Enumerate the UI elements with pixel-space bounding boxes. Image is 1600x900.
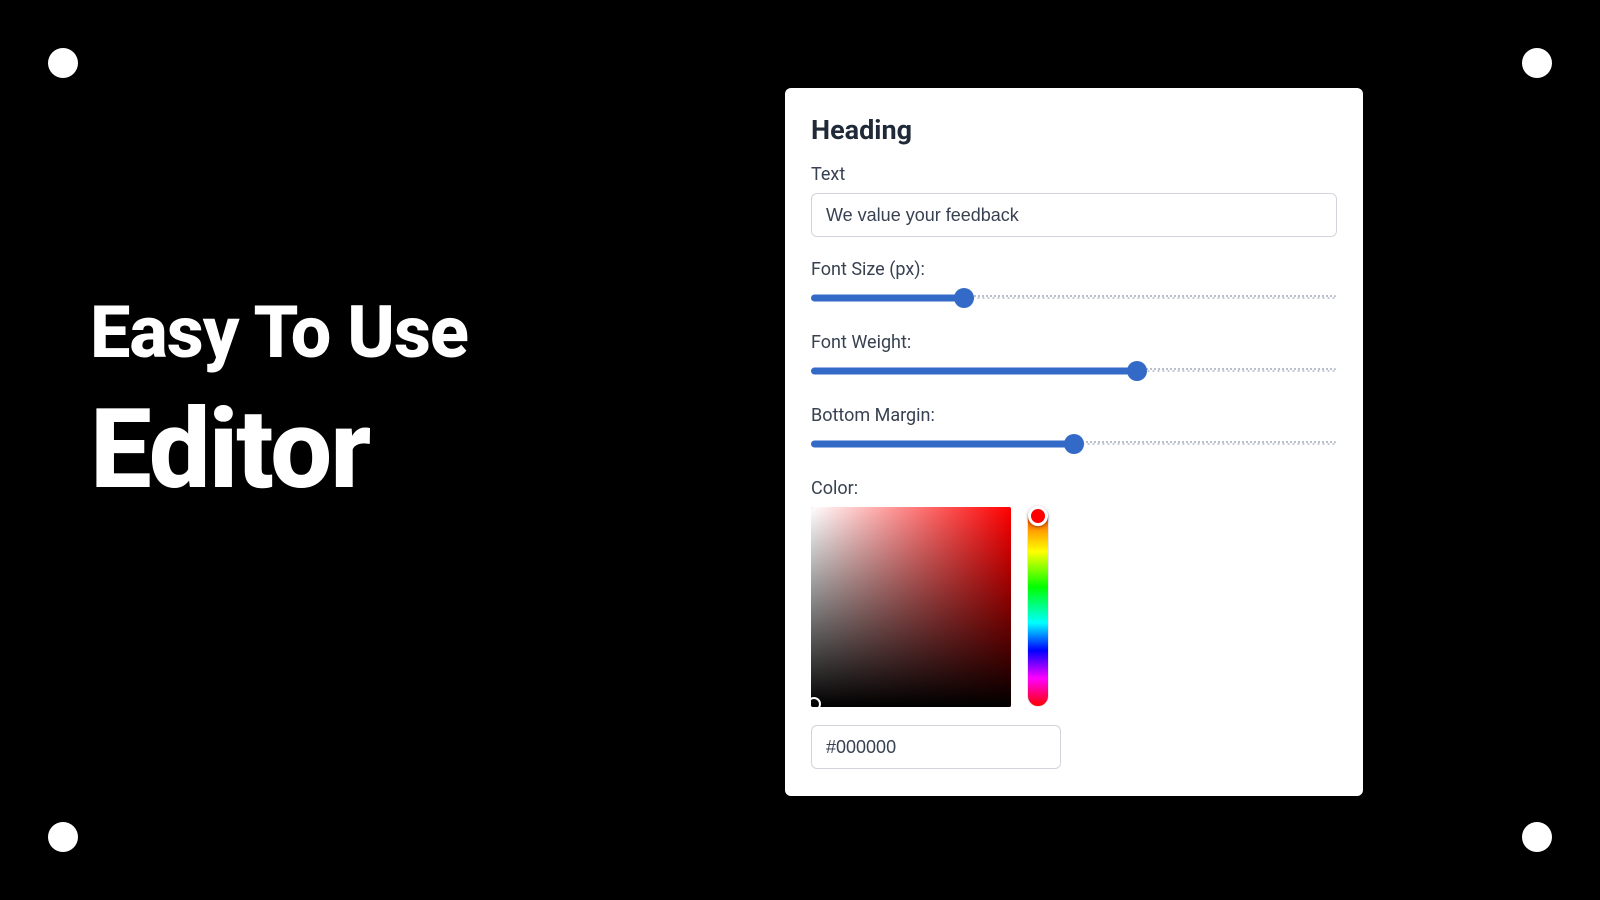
heading-text-input[interactable]	[811, 193, 1337, 237]
slider-thumb[interactable]	[1127, 361, 1147, 381]
font-size-slider[interactable]	[811, 290, 1337, 306]
bottom-margin-label: Bottom Margin:	[811, 405, 1337, 426]
bottom-margin-slider-block: Bottom Margin:	[811, 405, 1337, 452]
hue-slider[interactable]	[1027, 507, 1049, 707]
slider-fill	[811, 368, 1137, 375]
decorative-dot	[1522, 822, 1552, 852]
slider-fill	[811, 295, 964, 302]
saturation-value-field[interactable]	[811, 507, 1011, 707]
font-size-slider-block: Font Size (px):	[811, 259, 1337, 306]
headline-line-1: Easy To Use	[90, 290, 468, 375]
editor-panel: Heading Text Font Size (px): Font Weight…	[785, 88, 1363, 796]
font-weight-slider-block: Font Weight:	[811, 332, 1337, 379]
slider-fill	[811, 441, 1074, 448]
color-label: Color:	[811, 478, 1337, 499]
hue-thumb[interactable]	[1028, 506, 1048, 526]
panel-title: Heading	[811, 114, 1337, 146]
slider-thumb[interactable]	[1064, 434, 1084, 454]
text-field-block: Text	[811, 164, 1337, 237]
decorative-dot	[48, 822, 78, 852]
font-weight-label: Font Weight:	[811, 332, 1337, 353]
color-hex-input[interactable]	[811, 725, 1061, 769]
decorative-dot	[48, 48, 78, 78]
slider-thumb[interactable]	[954, 288, 974, 308]
text-field-label: Text	[811, 164, 1337, 185]
marketing-headline: Easy To Use Editor	[90, 290, 468, 514]
decorative-dot	[1522, 48, 1552, 78]
bottom-margin-slider[interactable]	[811, 436, 1337, 452]
font-size-label: Font Size (px):	[811, 259, 1337, 280]
headline-line-2: Editor	[90, 385, 468, 514]
color-picker	[811, 507, 1337, 707]
font-weight-slider[interactable]	[811, 363, 1337, 379]
